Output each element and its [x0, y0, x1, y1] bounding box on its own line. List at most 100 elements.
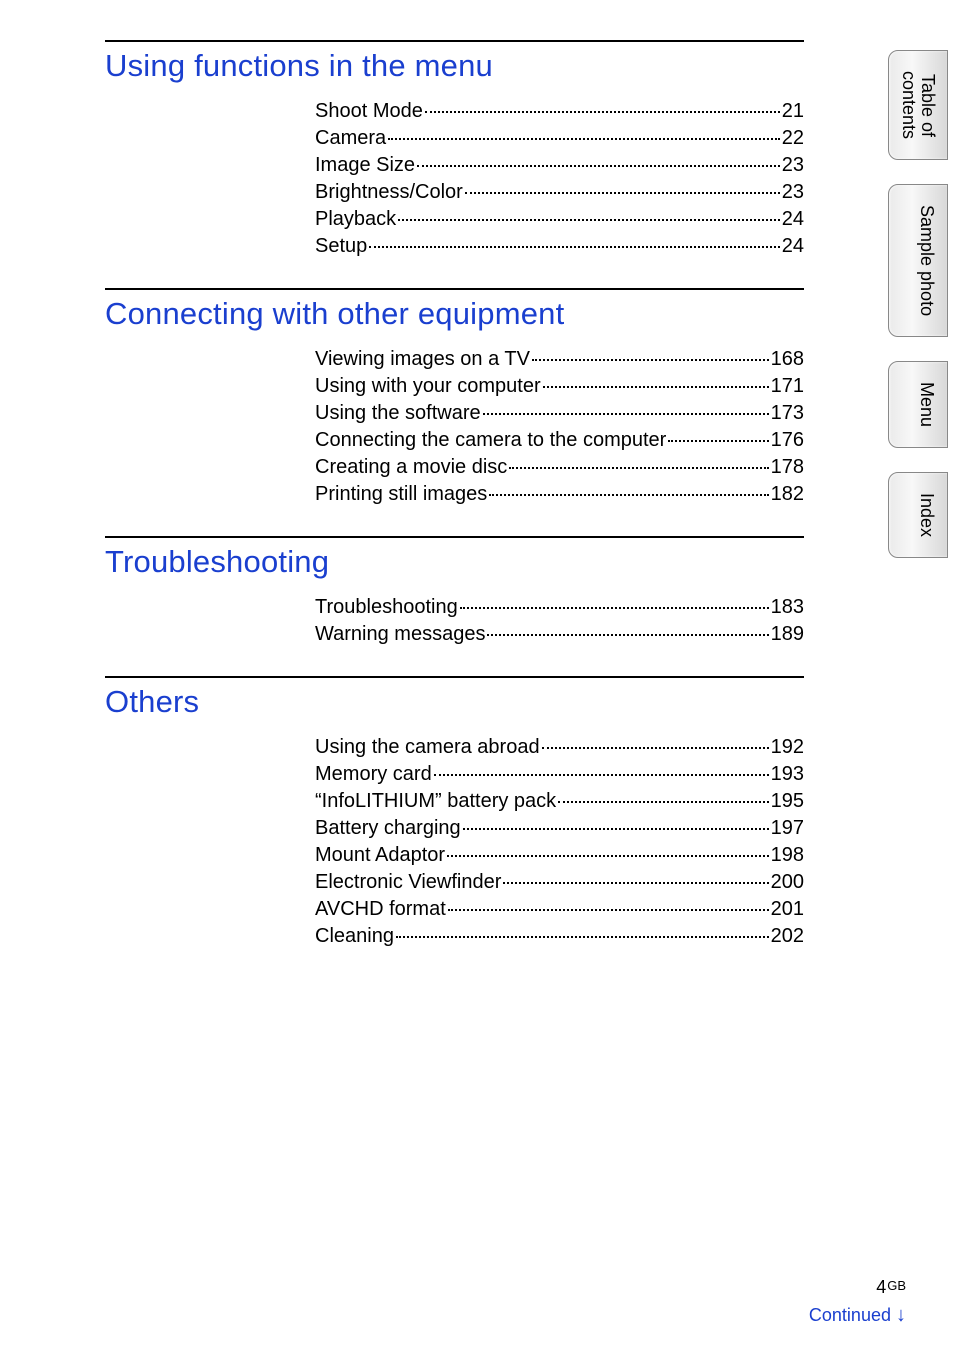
toc-items: Using the camera abroad 192 Memory card 193… — [315, 736, 804, 948]
page-number-suffix: GB — [887, 1278, 906, 1293]
tab-index[interactable]: Index — [888, 472, 948, 558]
toc-leader-dots — [489, 494, 768, 496]
toc-entry[interactable]: Warning messages 189 — [315, 623, 804, 646]
toc-leader-dots — [369, 246, 779, 248]
toc-leader-dots — [425, 111, 780, 113]
section-rule — [105, 288, 804, 290]
toc-leader-dots — [483, 413, 769, 415]
toc-entry[interactable]: Viewing images on a TV168 — [315, 348, 804, 371]
toc-section: Others Using the camera abroad 192 Memory c… — [105, 676, 804, 948]
toc-entry[interactable]: Using the camera abroad 192 — [315, 736, 804, 759]
toc-entry-page: 193 — [771, 763, 804, 786]
toc-entry-label: Camera — [315, 127, 386, 150]
toc-leader-dots — [509, 467, 768, 469]
toc-entry[interactable]: Battery charging 197 — [315, 817, 804, 840]
tab-label: Index — [917, 493, 937, 537]
toc-entry-page: 195 — [771, 790, 804, 813]
toc-entry[interactable]: Brightness/Color23 — [315, 181, 804, 204]
tab-menu[interactable]: Menu — [888, 361, 948, 448]
toc-leader-dots — [558, 801, 768, 803]
toc-entry-page: 176 — [771, 429, 804, 452]
toc-section: Using functions in the menu Shoot Mode21 C… — [105, 40, 804, 258]
toc-entry-label: Cleaning — [315, 925, 394, 948]
toc-entry-page: 22 — [782, 127, 804, 150]
toc-entry-label: Using the software — [315, 402, 481, 425]
section-title[interactable]: Troubleshooting — [105, 544, 804, 580]
toc-entry-label: AVCHD format — [315, 898, 446, 921]
toc-entry-page: 23 — [782, 154, 804, 177]
toc-entry-label: Brightness/Color — [315, 181, 463, 204]
toc-entry-label: Using the camera abroad — [315, 736, 540, 759]
toc-leader-dots — [417, 165, 780, 167]
toc-leader-dots — [448, 909, 769, 911]
toc-entry[interactable]: Printing still images182 — [315, 483, 804, 506]
toc-entry-page: 197 — [771, 817, 804, 840]
toc-entry-label: Setup — [315, 235, 367, 258]
toc-entry-page: 192 — [771, 736, 804, 759]
content-area: Using functions in the menu Shoot Mode21 C… — [0, 0, 954, 998]
toc-entry-label: Creating a movie disc — [315, 456, 507, 479]
toc-entry[interactable]: Troubleshooting 183 — [315, 596, 804, 619]
toc-items: Shoot Mode21 Camera 22 Image Size23 Brightne… — [315, 100, 804, 258]
section-title[interactable]: Connecting with other equipment — [105, 296, 804, 332]
toc-leader-dots — [398, 219, 780, 221]
toc-entry-page: 173 — [771, 402, 804, 425]
page-number: 4GB — [0, 1277, 906, 1298]
toc-entry[interactable]: Creating a movie disc 178 — [315, 456, 804, 479]
section-rule — [105, 40, 804, 42]
toc-leader-dots — [503, 882, 768, 884]
toc-entry[interactable]: Memory card 193 — [315, 763, 804, 786]
toc-entry[interactable]: Camera 22 — [315, 127, 804, 150]
toc-entry[interactable]: Shoot Mode21 — [315, 100, 804, 123]
toc-entry[interactable]: Setup 24 — [315, 235, 804, 258]
toc-entry-page: 183 — [771, 596, 804, 619]
toc-leader-dots — [487, 634, 768, 636]
tab-table-of-contents[interactable]: Table of contents — [888, 50, 948, 160]
toc-entry-label: Memory card — [315, 763, 432, 786]
toc-items: Troubleshooting 183 Warning messages 189 — [315, 596, 804, 646]
toc-entry[interactable]: Mount Adaptor198 — [315, 844, 804, 867]
tab-label: contents — [899, 71, 919, 139]
toc-entry-page: 200 — [771, 871, 804, 894]
toc-leader-dots — [463, 828, 769, 830]
toc-entry-page: 202 — [771, 925, 804, 948]
toc-entry-page: 24 — [782, 235, 804, 258]
toc-leader-dots — [460, 607, 769, 609]
toc-leader-dots — [668, 440, 768, 442]
toc-entry-label: Warning messages — [315, 623, 485, 646]
toc-entry[interactable]: Image Size23 — [315, 154, 804, 177]
toc-entry[interactable]: Electronic Viewfinder 200 — [315, 871, 804, 894]
tab-sample-photo[interactable]: Sample photo — [888, 184, 948, 337]
toc-leader-dots — [542, 747, 769, 749]
toc-entry-label: Using with your computer — [315, 375, 541, 398]
toc-entry[interactable]: Connecting the camera to the computer 176 — [315, 429, 804, 452]
toc-entry-page: 178 — [771, 456, 804, 479]
toc-entry-page: 189 — [771, 623, 804, 646]
toc-items: Viewing images on a TV168 Using with your… — [315, 348, 804, 506]
document-page: Using functions in the menu Shoot Mode21 C… — [0, 0, 954, 1357]
toc-entry[interactable]: Playback24 — [315, 208, 804, 231]
toc-entry[interactable]: Cleaning 202 — [315, 925, 804, 948]
toc-entry-page: 201 — [771, 898, 804, 921]
toc-entry-label: Electronic Viewfinder — [315, 871, 501, 894]
toc-entry-page: 171 — [771, 375, 804, 398]
toc-entry-page: 168 — [771, 348, 804, 371]
toc-entry-label: Mount Adaptor — [315, 844, 445, 867]
section-title[interactable]: Using functions in the menu — [105, 48, 804, 84]
toc-entry[interactable]: Using the software 173 — [315, 402, 804, 425]
toc-leader-dots — [447, 855, 769, 857]
toc-section: Troubleshooting Troubleshooting 183 Warning… — [105, 536, 804, 646]
toc-entry[interactable]: “InfoLITHIUM” battery pack195 — [315, 790, 804, 813]
toc-entry-page: 24 — [782, 208, 804, 231]
toc-entry[interactable]: AVCHD format 201 — [315, 898, 804, 921]
toc-entry[interactable]: Using with your computer 171 — [315, 375, 804, 398]
toc-entry-label: Printing still images — [315, 483, 487, 506]
toc-leader-dots — [543, 386, 769, 388]
toc-entry-label: Battery charging — [315, 817, 461, 840]
toc-entry-label: Connecting the camera to the computer — [315, 429, 666, 452]
section-title[interactable]: Others — [105, 684, 804, 720]
toc-entry-label: Troubleshooting — [315, 596, 458, 619]
tab-label: Menu — [917, 382, 937, 427]
section-rule — [105, 676, 804, 678]
toc-entry-label: Shoot Mode — [315, 100, 423, 123]
